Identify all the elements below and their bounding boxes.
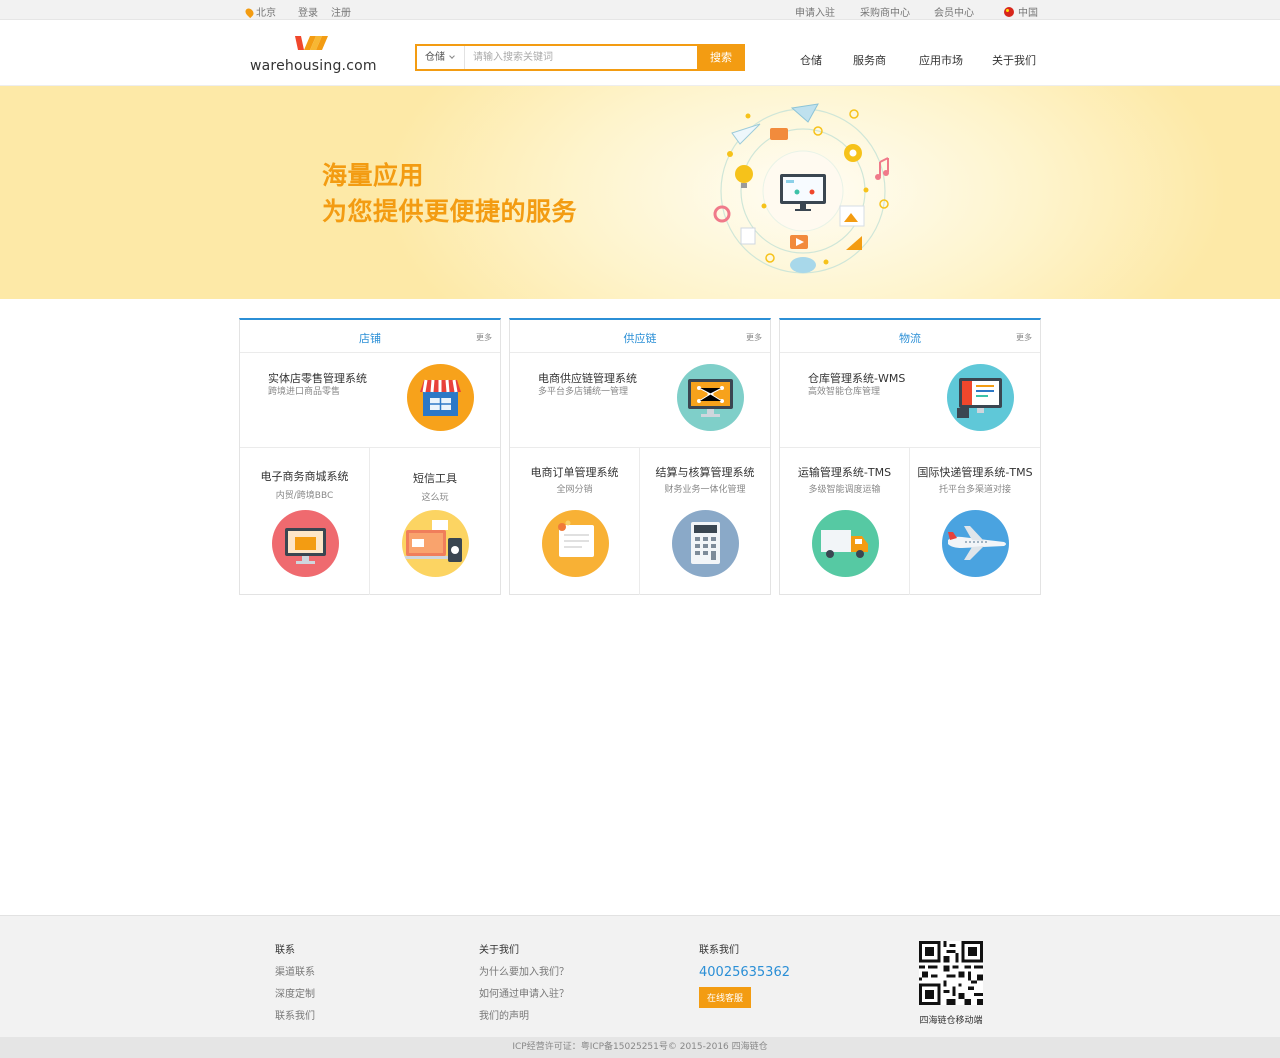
footer-about-column: 关于我们 为什么要加入我们？ 如何通过申请入驻？ 我们的声明	[479, 945, 569, 1022]
chevron-down-icon	[449, 53, 455, 59]
devices-message-icon	[402, 510, 469, 577]
panel-header: 供应链 更多	[510, 320, 770, 353]
panel-title: 物流	[899, 332, 921, 345]
footer-contact-column: 联系 渠道联系 深度定制 联系我们	[275, 945, 315, 1022]
header: warehousing.com 仓储 搜索 仓储 服务商 应用市场 关于我们	[0, 20, 1280, 86]
more-link[interactable]: 更多	[476, 332, 492, 343]
more-link[interactable]: 更多	[1016, 332, 1032, 343]
site-logo[interactable]: warehousing.com	[250, 32, 377, 76]
nav-about-us[interactable]: 关于我们	[992, 52, 1036, 68]
cloud-icon	[790, 257, 816, 273]
footer-link[interactable]: 为什么要加入我们？	[479, 963, 569, 978]
panel-header: 物流 更多	[780, 320, 1040, 353]
panel-logistics: 物流 更多 仓库管理系统-WMS 高效智能仓库管理 运输管理系统-TMS 多级智…	[779, 318, 1041, 595]
location-pin-icon	[243, 6, 256, 19]
app-card-order-management-system[interactable]: 电商订单管理系统 全网分销	[510, 448, 640, 595]
more-link[interactable]: 更多	[746, 332, 762, 343]
order-document-icon	[542, 510, 609, 577]
app-card-supply-chain-system[interactable]: 电商供应链管理系统 多平台多店铺统一管理	[510, 353, 770, 448]
banner-headline: 海量应用	[322, 161, 425, 190]
app-card-tms-transport[interactable]: 运输管理系统-TMS 多级智能调度运输	[780, 448, 910, 595]
network-monitor-icon	[677, 364, 744, 431]
banner-subheadline: 为您提供更便捷的服务	[322, 197, 578, 226]
gear-icon	[713, 205, 731, 223]
qr-code-icon	[919, 941, 983, 1005]
china-flag-icon	[1004, 7, 1014, 17]
airplane-icon	[942, 510, 1009, 577]
document-icon	[740, 227, 756, 245]
footer-link[interactable]: 渠道联系	[275, 963, 315, 978]
search-button[interactable]: 搜索	[697, 44, 745, 71]
panel-store: 店铺 更多 实体店零售管理系统 跨境进口商品零售 电子商务商城系统 内贸/跨境B…	[239, 318, 501, 595]
search-category-select[interactable]: 仓储	[417, 46, 465, 69]
search-input[interactable]	[465, 46, 697, 69]
footer-link[interactable]: 联系我们	[275, 1007, 315, 1022]
qr-caption: 四海链仓移动端	[919, 1016, 983, 1026]
warehouse-dashboard-icon	[947, 364, 1014, 431]
copyright: ICP经营许可证：粤ICP备15025251号© 2015-2016 四海链仓	[0, 1037, 1280, 1058]
calculator-icon	[672, 510, 739, 577]
footer-link[interactable]: 如何通过申请入驻？	[479, 985, 569, 1000]
app-card-sms-tool[interactable]: 短信工具 这么玩	[370, 448, 500, 595]
footer-link[interactable]: 我们的声明	[479, 1007, 569, 1022]
nav-service-providers[interactable]: 服务商	[853, 52, 886, 68]
online-service-button[interactable]: 在线客服	[699, 987, 752, 1008]
register-link[interactable]: 注册	[331, 4, 351, 19]
region-selector[interactable]: 中国	[1004, 4, 1038, 19]
location-selector[interactable]: 北京	[243, 4, 276, 19]
storefront-icon	[407, 364, 474, 431]
logo-mark-icon	[295, 36, 328, 50]
panel-title: 店铺	[359, 332, 381, 345]
lightbulb-icon	[735, 165, 753, 183]
phone-number: 40025635362	[699, 965, 790, 980]
monitor-shop-icon	[272, 510, 339, 577]
member-center-link[interactable]: 会员中心	[934, 4, 974, 19]
nav-app-market[interactable]: 应用市场	[919, 52, 963, 68]
login-link[interactable]: 登录	[298, 4, 318, 19]
nav-warehousing[interactable]: 仓储	[800, 52, 822, 68]
footer-contact-us-column: 联系我们 40025635362 在线客服	[699, 941, 790, 1008]
app-card-ecommerce-mall-system[interactable]: 电子商务商城系统 内贸/跨境BBC	[240, 448, 370, 595]
app-card-tms-international-express[interactable]: 国际快递管理系统-TMS 托平台多渠道对接	[910, 448, 1040, 595]
top-bar: 北京 登录 注册 申请入驻 采购商中心 会员中心 中国	[0, 0, 1280, 20]
app-category-panels: 店铺 更多 实体店零售管理系统 跨境进口商品零售 电子商务商城系统 内贸/跨境B…	[239, 318, 1041, 595]
panel-header: 店铺 更多	[240, 320, 500, 353]
chat-bubble-icon	[770, 128, 788, 140]
paper-plane-icon	[790, 103, 819, 123]
panel-supply-chain: 供应链 更多 电商供应链管理系统 多平台多店铺统一管理 电商订单管理系统 全网分…	[509, 318, 771, 595]
app-card-wms[interactable]: 仓库管理系统-WMS 高效智能仓库管理	[780, 353, 1040, 448]
hero-banner: 海量应用 为您提供更便捷的服务	[0, 86, 1280, 299]
search-bar: 仓储 搜索	[415, 44, 745, 71]
arrow-icon	[846, 236, 862, 250]
footer: 联系 渠道联系 深度定制 联系我们 关于我们 为什么要加入我们？ 如何通过申请入…	[0, 915, 1280, 1037]
app-card-settlement-accounting-system[interactable]: 结算与核算管理系统 财务业务一体化管理	[640, 448, 770, 595]
footer-link[interactable]: 深度定制	[275, 985, 315, 1000]
apps-orbit-illustration	[713, 103, 889, 274]
buyer-center-link[interactable]: 采购商中心	[860, 4, 910, 19]
paper-plane-icon	[731, 123, 761, 145]
panel-title: 供应链	[623, 332, 657, 345]
app-card-retail-store-system[interactable]: 实体店零售管理系统 跨境进口商品零售	[240, 353, 500, 448]
truck-icon	[812, 510, 879, 577]
apply-link[interactable]: 申请入驻	[795, 4, 835, 19]
